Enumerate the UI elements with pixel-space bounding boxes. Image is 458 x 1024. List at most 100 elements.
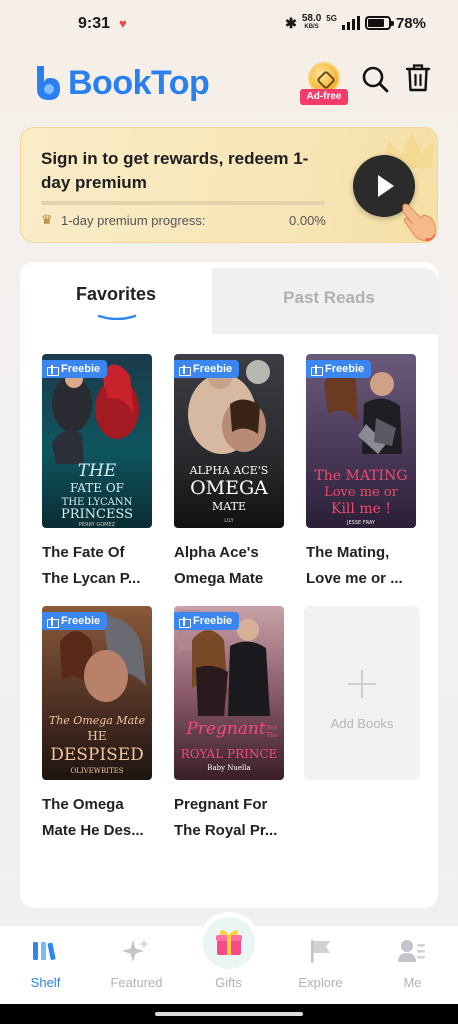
- home-indicator[interactable]: [155, 1012, 303, 1016]
- svg-text:THE: THE: [78, 461, 117, 481]
- tab-past-reads[interactable]: Past Reads: [220, 288, 438, 308]
- cover-art: The Omega Mate HE DESPISED OLIVEWRITES: [42, 606, 152, 780]
- gift-badge-icon: [179, 616, 191, 628]
- status-time: 9:31: [78, 15, 111, 32]
- status-icons: ✱ 58.0 KB/S 5G 78%: [285, 14, 426, 32]
- battery-percent: 78%: [395, 14, 426, 32]
- gift-icon: [216, 930, 242, 955]
- book-cover[interactable]: THE FATE OF THE LYCANN PRINCESS PERRY GO…: [42, 354, 152, 528]
- book-title: Alpha Ace's Omega Mate: [174, 540, 286, 592]
- svg-text:The: The: [266, 732, 278, 739]
- network-type: 5G: [326, 14, 337, 23]
- booktop-logo-icon: [37, 66, 60, 100]
- shelf-icon: [33, 942, 56, 960]
- nav-featured[interactable]: Featured: [91, 926, 182, 1004]
- svg-text:ROYAL PRINCE: ROYAL PRINCE: [181, 747, 278, 761]
- book-title-line: Alpha Ace's: [174, 544, 259, 561]
- svg-text:OMEGA: OMEGA: [190, 477, 268, 499]
- svg-text:HE: HE: [87, 729, 106, 743]
- freebie-label: Freebie: [325, 363, 365, 375]
- gift-badge-icon: [179, 364, 191, 376]
- book-cover[interactable]: Pregnant For The ROYAL PRINCE Baby Nuell…: [174, 606, 284, 780]
- cover-art: Pregnant For The ROYAL PRINCE Baby Nuell…: [174, 606, 284, 780]
- book-title: The Omega Mate He Des...: [42, 792, 154, 844]
- tab-favorites[interactable]: Favorites: [20, 284, 212, 305]
- book-item[interactable]: THE FATE OF THE LYCANN PRINCESS PERRY GO…: [42, 354, 152, 592]
- freebie-badge: Freebie: [174, 612, 240, 630]
- book-title: The Mating, Love me or ...: [306, 540, 418, 592]
- svg-text:LILY: LILY: [224, 518, 234, 524]
- svg-text:PRINCESS: PRINCESS: [61, 507, 133, 522]
- book-item[interactable]: The Omega Mate HE DESPISED OLIVEWRITES F…: [42, 606, 152, 844]
- svg-text:Pregnant: Pregnant: [185, 719, 266, 739]
- net-speed: 58.0 KB/S: [302, 14, 321, 32]
- book-item[interactable]: The MATING Love me or Kill me ! JESSE FR…: [306, 354, 416, 592]
- svg-text:Kill me !: Kill me !: [331, 501, 391, 517]
- adfree-button[interactable]: Ad-free: [300, 60, 348, 108]
- book-cover[interactable]: ALPHA ACE'S OMEGA MATE LILY Freebie: [174, 354, 284, 528]
- bluetooth-icon: ✱: [285, 14, 297, 31]
- nav-me[interactable]: Me: [367, 926, 458, 1004]
- svg-text:MATE: MATE: [212, 500, 246, 513]
- add-books-label: Add Books: [330, 716, 394, 731]
- adfree-label: Ad-free: [300, 89, 348, 105]
- freebie-label: Freebie: [61, 615, 101, 627]
- nav-label: Explore: [298, 975, 343, 990]
- cover-art: ALPHA ACE'S OMEGA MATE LILY: [174, 354, 284, 528]
- flag-icon: [311, 940, 330, 963]
- battery-icon: [364, 16, 394, 30]
- banner-title: Sign in to get rewards, redeem 1-day pre…: [41, 149, 309, 192]
- plus-icon: [348, 670, 376, 698]
- freebie-label: Freebie: [193, 363, 233, 375]
- signal-icon: [341, 16, 360, 30]
- freebie-label: Freebie: [61, 363, 101, 375]
- add-books-button[interactable]: Add Books: [304, 606, 420, 780]
- svg-text:Love me or: Love me or: [324, 485, 399, 500]
- gift-badge-icon: [311, 364, 323, 376]
- gifts-button[interactable]: [198, 912, 260, 974]
- net-speed-unit: KB/S: [304, 24, 319, 30]
- svg-text:OLIVEWRITES: OLIVEWRITES: [70, 767, 123, 775]
- book-item[interactable]: ALPHA ACE'S OMEGA MATE LILY Freebie Alph…: [174, 354, 284, 592]
- book-title-line: Love me or ...: [306, 570, 403, 587]
- book-item[interactable]: Pregnant For The ROYAL PRINCE Baby Nuell…: [174, 606, 284, 844]
- book-title-line: The Fate Of: [42, 544, 125, 561]
- progress-label: 1-day premium progress:: [61, 213, 206, 228]
- nav-explore[interactable]: Explore: [275, 926, 366, 1004]
- nav-label: Me: [403, 975, 422, 990]
- nav-label: Gifts: [215, 975, 242, 990]
- svg-text:For: For: [267, 725, 277, 732]
- freebie-label: Freebie: [193, 615, 233, 627]
- heart-icon: ♥: [119, 16, 127, 31]
- sparkle-icon: [122, 939, 149, 962]
- book-title-line: The Royal Pr...: [174, 822, 278, 839]
- pointing-hand-icon: [402, 203, 437, 242]
- progress-value: 0.00%: [289, 213, 326, 228]
- profile-icon: [398, 940, 425, 962]
- svg-text:Baby Nuella: Baby Nuella: [207, 764, 250, 772]
- svg-text:DESPISED: DESPISED: [50, 745, 144, 765]
- svg-text:The MATING: The MATING: [314, 468, 407, 484]
- rewards-banner[interactable]: Sign in to get rewards, redeem 1-day pre…: [20, 127, 438, 243]
- book-cover[interactable]: The Omega Mate HE DESPISED OLIVEWRITES F…: [42, 606, 152, 780]
- cover-art: THE FATE OF THE LYCANN PRINCESS PERRY GO…: [42, 354, 152, 528]
- trash-icon[interactable]: [404, 63, 432, 93]
- svg-text:FATE OF: FATE OF: [70, 481, 124, 495]
- book-title: Pregnant For The Royal Pr...: [174, 792, 286, 844]
- gifts-icon-background: [203, 917, 255, 969]
- freebie-badge: Freebie: [306, 360, 372, 378]
- bookshelf-panel: Favorites Past Reads THE FATE OF THE LYC…: [20, 262, 438, 908]
- freebie-badge: Freebie: [174, 360, 240, 378]
- tab-active-indicator: [97, 314, 137, 320]
- book-title: The Fate Of The Lycan P...: [42, 540, 154, 592]
- cover-art: The MATING Love me or Kill me ! JESSE FR…: [306, 354, 416, 528]
- search-icon[interactable]: [360, 64, 390, 94]
- nav-shelf[interactable]: Shelf: [0, 926, 91, 1004]
- crown-icon: ♛: [41, 212, 53, 227]
- net-speed-value: 58.0: [301, 13, 322, 24]
- gift-badge-icon: [47, 616, 59, 628]
- premium-progress-bar: [41, 201, 325, 205]
- freebie-badge: Freebie: [42, 612, 108, 630]
- app-header: BookTop Ad-free: [0, 58, 458, 114]
- book-cover[interactable]: The MATING Love me or Kill me ! JESSE FR…: [306, 354, 416, 528]
